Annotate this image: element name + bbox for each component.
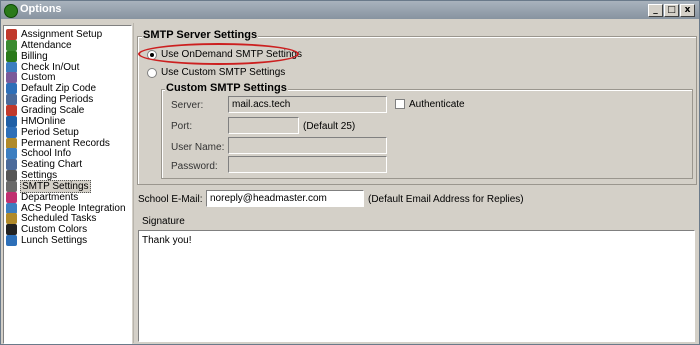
nav-item[interactable]: School Info xyxy=(6,148,72,160)
lunch-icon xyxy=(6,235,17,247)
server-label: Server: xyxy=(171,100,204,111)
custom-option[interactable]: Use Custom SMTP Settings xyxy=(147,67,285,78)
nav-item-label: Grading Periods xyxy=(21,94,94,106)
nav-item-label: Assignment Setup xyxy=(21,29,103,40)
nav-item[interactable]: Assignment Setup xyxy=(6,29,103,40)
nav-item-label: Permanent Records xyxy=(21,137,110,149)
nav-item-label: ACS People Integration xyxy=(21,202,126,214)
folder-icon xyxy=(6,137,17,149)
nav-item-label: Period Setup xyxy=(21,126,79,138)
check-in-out-icon xyxy=(6,61,17,73)
nav-item-label: Scheduled Tasks xyxy=(21,213,97,225)
tasks-icon xyxy=(6,213,17,225)
nav-item[interactable]: Seating Chart xyxy=(6,159,83,171)
nav-item[interactable]: SMTP Settings xyxy=(6,179,91,193)
custom-label: Use Custom SMTP Settings xyxy=(161,67,286,78)
username-label: User Name: xyxy=(171,142,225,153)
nav-item-label: Seating Chart xyxy=(21,159,83,171)
nav-item-label: Custom xyxy=(21,72,56,84)
app-icon xyxy=(4,4,18,18)
school-email-field[interactable]: noreply@headmaster.com xyxy=(206,190,364,207)
dollar-icon xyxy=(6,50,17,62)
authenticate-label: Authenticate xyxy=(409,99,465,110)
mail-icon xyxy=(6,180,17,192)
nav-item-label: School Info xyxy=(21,148,72,160)
options-nav-list: Assignment Setup Attendance Billing Check I… xyxy=(3,25,132,344)
window-controls: _ □ x xyxy=(648,4,695,17)
nav-item[interactable]: Check In/Out xyxy=(6,61,80,73)
custom-icon xyxy=(6,72,17,84)
nav-item-label: Custom Colors xyxy=(21,224,88,236)
window-title: Options xyxy=(20,3,62,15)
options-window: Options _ □ x Assignment Setup Attendance… xyxy=(0,0,700,345)
nav-item-label: Default Zip Code xyxy=(21,83,97,95)
nav-item[interactable]: Grading Periods xyxy=(6,94,94,106)
target-icon xyxy=(6,104,17,116)
departments-icon xyxy=(6,191,17,203)
close-button[interactable]: x xyxy=(680,4,695,17)
people-icon xyxy=(6,202,17,214)
server-field[interactable]: mail.acs.tech xyxy=(228,96,387,113)
nav-item-label: Attendance xyxy=(21,39,72,51)
password-label: Password: xyxy=(171,161,218,172)
signature-label: Signature xyxy=(142,216,185,227)
nav-item[interactable]: Billing xyxy=(6,50,49,62)
calendar-icon xyxy=(6,94,17,106)
nav-item-label: Check In/Out xyxy=(21,61,80,73)
port-hint: (Default 25) xyxy=(303,121,356,132)
settings-icon xyxy=(6,170,17,182)
password-field[interactable] xyxy=(228,156,387,173)
nav-item[interactable]: Grading Scale xyxy=(6,104,85,116)
palette-icon xyxy=(6,224,17,236)
nav-item[interactable]: ACS People Integration xyxy=(6,202,127,214)
globe-icon xyxy=(6,115,17,127)
nav-item-label: Departments xyxy=(21,191,79,203)
nav-item[interactable]: Scheduled Tasks xyxy=(6,213,97,225)
nav-item[interactable]: Period Setup xyxy=(6,126,80,138)
maximize-button[interactable]: □ xyxy=(664,4,679,17)
nav-item[interactable]: Attendance xyxy=(6,39,73,51)
minimize-button[interactable]: _ xyxy=(648,4,663,17)
school-email-label: School E-Mail: xyxy=(138,194,203,205)
chart-icon xyxy=(6,159,17,171)
attendance-icon xyxy=(6,39,17,51)
nav-item[interactable]: Departments xyxy=(6,191,79,203)
title-bar: Options _ □ x xyxy=(1,1,699,19)
target-icon xyxy=(6,29,17,40)
nav-item-label: Lunch Settings xyxy=(21,235,88,247)
nav-item[interactable]: Lunch Settings xyxy=(6,235,88,247)
nav-item[interactable]: Default Zip Code xyxy=(6,83,97,95)
nav-item[interactable]: Permanent Records xyxy=(6,137,111,149)
custom-radio[interactable] xyxy=(147,67,157,78)
nav-item[interactable]: HMOnline xyxy=(6,115,66,127)
nav-item[interactable]: Custom xyxy=(6,72,56,84)
nav-item-label: Grading Scale xyxy=(21,104,85,116)
username-field[interactable] xyxy=(228,137,387,154)
authenticate-checkbox[interactable] xyxy=(395,99,405,109)
school-email-hint: (Default Email Address for Replies) xyxy=(368,194,524,205)
panel-divider xyxy=(133,23,134,343)
port-field[interactable] xyxy=(228,117,299,134)
clock-icon xyxy=(6,126,17,138)
signature-textarea[interactable]: Thank you! xyxy=(138,230,695,342)
school-icon xyxy=(6,148,17,160)
custom-smtp-settings-title: Custom SMTP Settings xyxy=(165,82,288,94)
port-label: Port: xyxy=(171,121,193,132)
nav-item-label: Billing xyxy=(21,50,48,62)
nav-item-label: HMOnline xyxy=(21,115,66,127)
highlight-ellipse xyxy=(138,43,299,65)
nav-item[interactable]: Custom Colors xyxy=(6,224,88,236)
globe-icon xyxy=(6,83,17,95)
smtp-server-settings-title: SMTP Server Settings xyxy=(142,29,259,41)
